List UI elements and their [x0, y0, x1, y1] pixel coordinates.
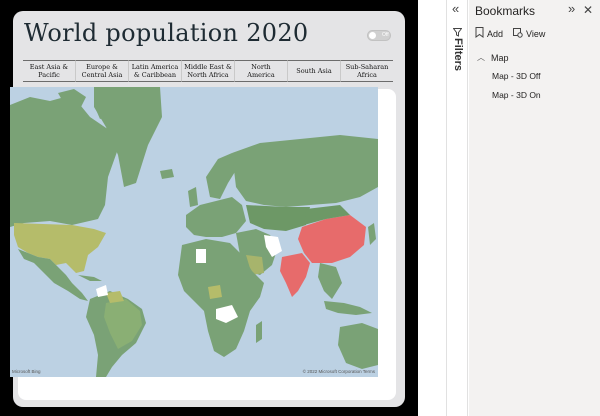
region-button-middle-east[interactable]: Middle East & North Africa [182, 60, 235, 82]
bookmark-item-3d-off[interactable]: Map - 3D Off [492, 71, 541, 81]
toggle-label: Off [382, 32, 389, 38]
region-button-latin-america[interactable]: Latin America & Caribbean [129, 60, 182, 82]
double-chevron-left-icon[interactable]: « [452, 2, 459, 15]
double-chevron-right-icon[interactable]: » [568, 2, 575, 15]
add-bookmark-label: Add [487, 28, 504, 39]
map-no-data-sahara [196, 249, 206, 263]
close-icon[interactable]: ✕ [583, 3, 593, 17]
add-bookmark-button[interactable]: Add [475, 27, 503, 40]
region-button-north-america[interactable]: North America [235, 60, 288, 82]
view-label: View [526, 28, 546, 39]
map-russia [232, 135, 378, 207]
filters-pane-collapsed[interactable]: « Filters [446, 0, 468, 416]
bing-logo: Microsoft Bing [12, 369, 41, 374]
region-slicer: East Asia & Pacific Europe & Central Asi… [23, 60, 393, 82]
bookmark-item-3d-on[interactable]: Map - 3D On [492, 90, 541, 100]
map-nigeria [208, 285, 222, 299]
bookmark-group-label: Map [491, 52, 509, 63]
bookmarks-title: Bookmarks [475, 4, 536, 18]
toggle-switch[interactable]: Off [367, 30, 391, 41]
world-map[interactable]: Microsoft Bing © 2022 Microsoft Corporat… [10, 87, 378, 377]
region-button-sub-saharan[interactable]: Sub-Saharan Africa [341, 60, 393, 82]
view-icon [513, 27, 523, 40]
region-button-east-asia[interactable]: East Asia & Pacific [23, 60, 76, 82]
region-button-europe[interactable]: Europe & Central Asia [76, 60, 129, 82]
page-title: World population 2020 [24, 19, 309, 47]
filters-label: Filters [452, 38, 464, 72]
bookmarks-pane: Bookmarks » ✕ Add View ︿ Map Map - 3D Of… [469, 0, 600, 416]
bookmark-group-map[interactable]: ︿ Map [477, 52, 509, 63]
toggle-knob [369, 32, 376, 39]
chevron-up-icon[interactable]: ︿ [477, 52, 485, 63]
view-button[interactable]: View [513, 27, 545, 40]
add-bookmark-icon [475, 27, 484, 40]
region-button-south-asia[interactable]: South Asia [288, 60, 341, 82]
map-copyright[interactable]: © 2022 Microsoft Corporation Terms [303, 369, 375, 374]
bookmarks-toolbar: Add View [475, 27, 545, 40]
map-graphic [10, 87, 378, 377]
